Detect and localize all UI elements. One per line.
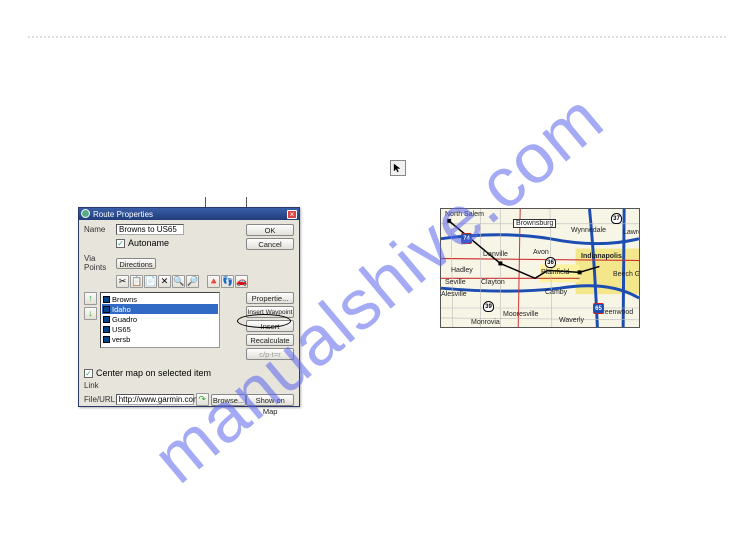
tool-pedestrian[interactable]: 👣 [221,275,234,288]
go-url-button[interactable]: ↷ [196,393,209,406]
map-label: Lawre [623,229,640,236]
map-label: Danville [483,251,508,258]
flag-icon [103,296,110,303]
map-label: Camby [545,289,567,296]
via-points-label: Via Points [84,254,116,272]
map-label: Hadley [451,267,473,274]
tool-copy[interactable]: 📋 [130,275,143,288]
center-map-checkbox[interactable]: ✓ [84,369,93,378]
center-map-label: Center map on selected item [96,368,211,378]
flag-icon [103,316,110,323]
flag-icon [103,336,110,343]
show-on-map-button[interactable]: Show on Map [246,394,294,406]
tool-auto[interactable]: 🚗 [235,275,248,288]
shield-interstate: 65 [593,303,604,314]
tool-find[interactable]: 🔍 [172,275,185,288]
autoname-checkbox[interactable]: ✓ [116,239,125,248]
toolbar: ✂ 📋 📄 ✕ 🔍 🔎 🔺 👣 🚗 [116,275,294,288]
flag-icon [103,326,110,333]
flag-icon [103,306,110,313]
route-properties-dialog: Route Properties × Name Browns to US65 O… [78,207,300,407]
copy-button[interactable]: c/p-t=r [246,348,294,360]
map-label: Waverly [559,317,584,324]
cursor-icon [393,163,403,173]
app-icon [81,209,90,218]
shield-state: 39 [483,301,494,312]
map-label: Mooresville [503,311,538,318]
map-label: Plainfield [541,269,569,276]
list-item: Guadro [102,314,218,324]
map-label: Wynnedale [571,227,606,234]
shield-us: 37 [611,213,622,224]
ok-button[interactable]: OK [246,224,294,236]
insert-waypoint-button[interactable]: Insert Waypoint [246,306,294,318]
map-label: Beech Gr [613,271,640,278]
close-button[interactable]: × [287,210,297,219]
map-label: Brownsburg [513,219,556,228]
name-label: Name [84,225,116,234]
tool-paste[interactable]: 📄 [144,275,157,288]
map-label: Alesville [441,291,467,298]
list-item: versb [102,334,218,344]
titlebar: Route Properties × [79,208,299,220]
autoname-label: Autoname [128,238,169,248]
tool-findnext[interactable]: 🔎 [186,275,199,288]
dialog-title: Route Properties [93,210,153,219]
list-item: Idaho [102,304,218,314]
move-down-button[interactable]: ↓ [84,307,97,320]
map-label: Indianapolis [581,253,622,260]
move-up-button[interactable]: ↑ [84,292,97,305]
cursor-icon-box [390,160,406,176]
page-rule [28,36,728,38]
name-input[interactable]: Browns to US65 [116,224,184,235]
tool-flag[interactable]: 🔺 [207,275,220,288]
map-label: Monrovia [471,319,500,326]
list-item: US65 [102,324,218,334]
tool-cut[interactable]: ✂ [116,275,129,288]
shield-interstate: 74 [461,233,472,244]
browse-button[interactable]: Browse... [211,394,247,406]
via-points-list[interactable]: Browns Idaho Guadro US65 versb [100,292,220,348]
map-view[interactable]: North Salem Brownsburg Wynnedale Lawre D… [440,208,640,328]
tab-directions[interactable]: Directions [116,258,156,269]
map-label: Clayton [481,279,505,286]
fileurl-label: File/URL [84,395,116,404]
properties-button[interactable]: Propertie... [246,292,294,304]
link-label: Link [84,381,104,390]
list-item: Browns [102,294,218,304]
map-label: North Salem [445,211,484,218]
shield-us: 36 [545,257,556,268]
map-label: Avon [533,249,549,256]
fileurl-input[interactable]: http://www.garmin.com [116,394,194,405]
recalculate-button[interactable]: Recalculate [246,334,294,346]
tool-delete[interactable]: ✕ [158,275,171,288]
map-label: Seville [445,279,466,286]
insert-button[interactable]: Insert [246,320,294,332]
